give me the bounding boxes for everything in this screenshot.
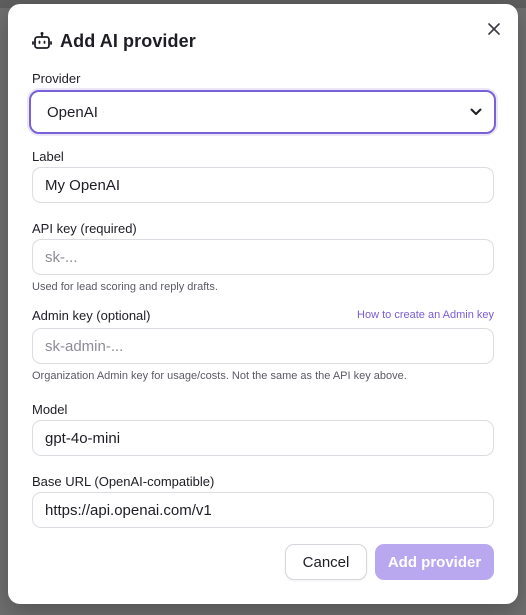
base-url-label: Base URL (OpenAI-compatible) xyxy=(32,474,215,489)
provider-select[interactable]: OpenAI xyxy=(29,90,496,134)
api-key-hint: Used for lead scoring and reply drafts. xyxy=(32,281,218,293)
robot-icon xyxy=(32,31,52,51)
close-icon[interactable] xyxy=(484,19,504,39)
model-label: Model xyxy=(32,402,68,417)
api-key-label: API key (required) xyxy=(32,221,137,236)
dialog-header: Add AI provider xyxy=(32,29,196,53)
admin-key-label: Admin key (optional) xyxy=(32,308,151,323)
chevron-down-icon xyxy=(470,103,482,121)
add-provider-dialog: Add AI provider Provider OpenAI Label AP… xyxy=(8,4,518,604)
admin-key-help-link[interactable]: How to create an Admin key xyxy=(357,309,494,321)
model-input[interactable] xyxy=(32,420,494,456)
admin-key-hint: Organization Admin key for usage/costs. … xyxy=(32,370,407,382)
provider-label: Provider xyxy=(32,71,81,86)
cancel-button[interactable]: Cancel xyxy=(285,544,367,580)
admin-key-input[interactable] xyxy=(32,328,494,364)
label-field-label: Label xyxy=(32,149,64,164)
base-url-input[interactable] xyxy=(32,492,494,528)
provider-selected-value: OpenAI xyxy=(47,103,98,121)
api-key-input[interactable] xyxy=(32,239,494,275)
label-input[interactable] xyxy=(32,167,494,203)
dialog-title: Add AI provider xyxy=(60,30,196,51)
add-provider-button[interactable]: Add provider xyxy=(375,544,494,580)
